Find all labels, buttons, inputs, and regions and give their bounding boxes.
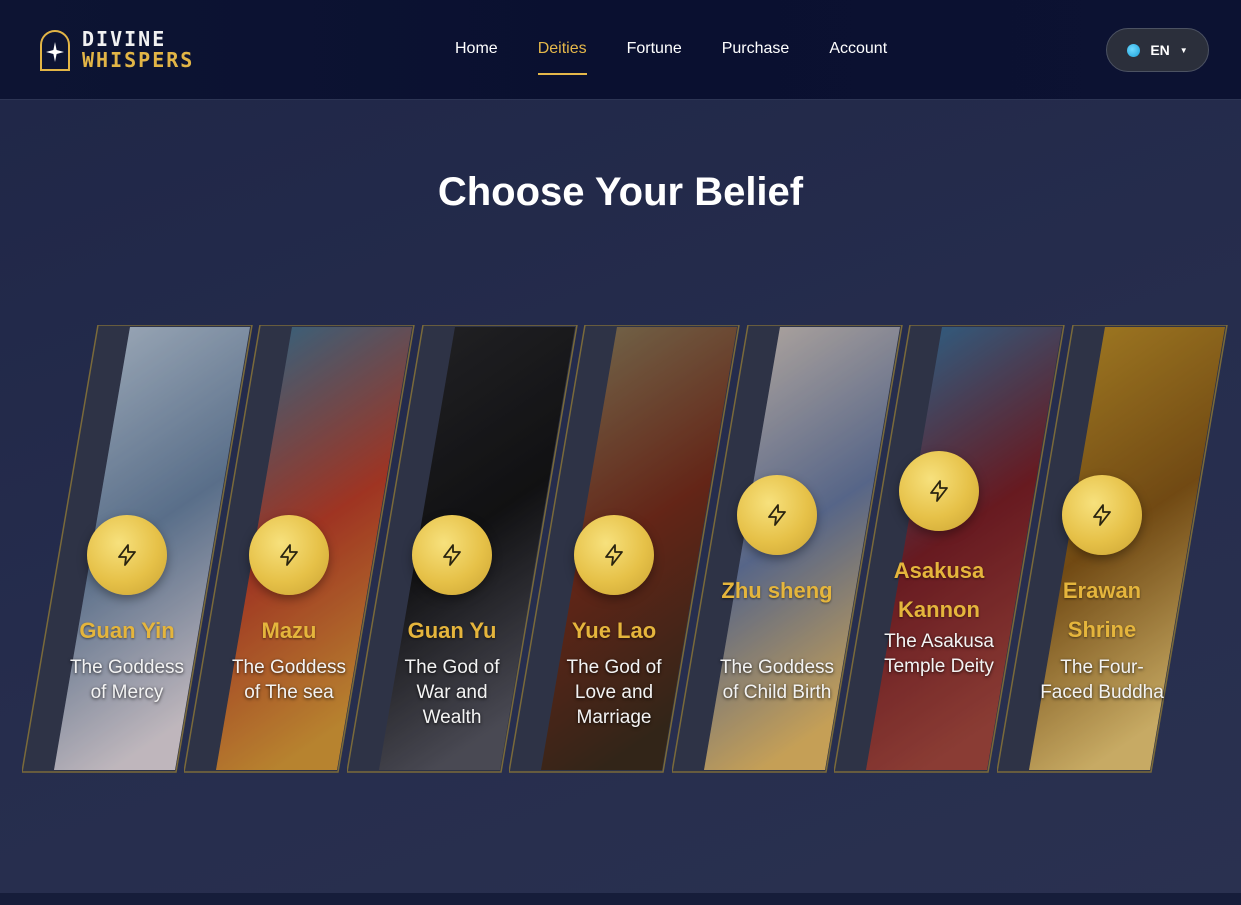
deity-select-button[interactable] <box>574 515 654 595</box>
lightning-icon <box>118 544 136 566</box>
deity-select-button[interactable] <box>87 515 167 595</box>
deity-description: The Goddess of Child Birth <box>719 657 835 703</box>
deity-select-button[interactable] <box>412 515 492 595</box>
deity-description: The God of War and Wealth <box>404 657 500 728</box>
deity-name: Asakusa Kannon <box>893 558 985 622</box>
deity-name: Erawan Shrine <box>1062 578 1142 642</box>
deity-carousel: Guan Yin The Goddess of Mercy Mazu The Godd… <box>0 0 1241 905</box>
deity-description: The Asakusa Temple Deity <box>884 631 994 677</box>
lightning-icon <box>768 504 786 526</box>
deity-description: The Goddess of The sea <box>231 657 347 703</box>
deity-select-button[interactable] <box>899 451 979 531</box>
deity-select-button[interactable] <box>1062 475 1142 555</box>
deity-name: Mazu <box>261 618 317 643</box>
lightning-icon <box>605 544 623 566</box>
deity-name: Guan Yin <box>79 618 175 643</box>
deity-description: The Four-Faced Buddha <box>1040 657 1164 703</box>
lightning-icon <box>443 544 461 566</box>
deity-select-button[interactable] <box>737 475 817 555</box>
deity-select-button[interactable] <box>249 515 329 595</box>
deity-name: Yue Lao <box>571 618 657 643</box>
deity-name: Guan Yu <box>407 618 497 643</box>
deity-description: The God of Love and Marriage <box>566 657 662 728</box>
lightning-icon <box>1093 504 1111 526</box>
lightning-icon <box>930 480 948 502</box>
lightning-icon <box>280 544 298 566</box>
deity-description: The Goddess of Mercy <box>69 657 185 703</box>
deity-name: Zhu sheng <box>721 578 833 603</box>
footer-strip <box>0 893 1241 905</box>
deity-card[interactable]: Erawan Shrine The Four-Faced Buddha <box>997 325 1228 773</box>
